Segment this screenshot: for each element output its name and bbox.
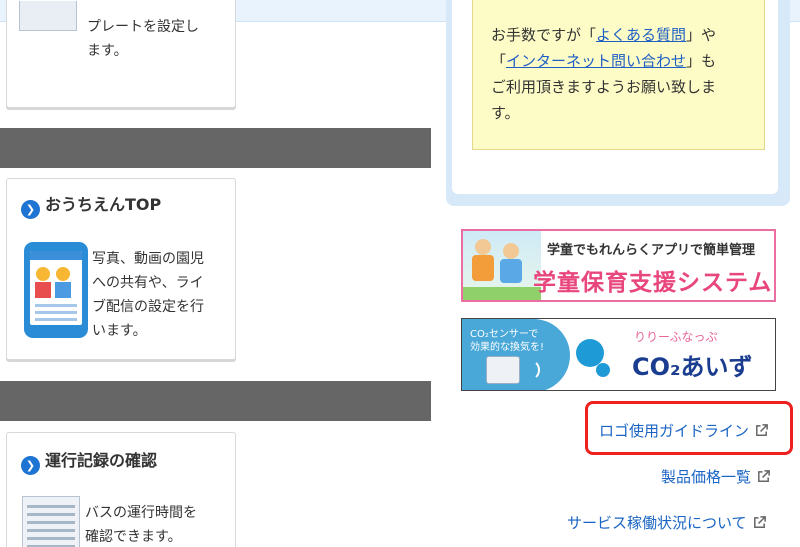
spreadsheet-icon xyxy=(22,496,80,547)
external-link-icon xyxy=(753,516,766,528)
section-divider xyxy=(0,128,431,168)
tablet-app-icon xyxy=(24,242,88,338)
card-title: ❯ おうちえんTOP xyxy=(21,191,161,219)
menu-card-ouchien-top[interactable]: ❯ おうちえんTOP 写真、動画の園児 への共有や、ライ ブ配信の設定を行 います… xyxy=(6,178,236,360)
external-link-icon xyxy=(756,424,768,436)
help-note: お手数ですが「よくある質問」や 「インターネット問い合わせ」も ご利用頂きますよ… xyxy=(472,0,765,150)
price-list-link[interactable]: 製品価格一覧 xyxy=(661,466,771,487)
section-divider xyxy=(0,381,431,421)
faq-link[interactable]: よくある質問 xyxy=(596,26,686,44)
co2-sensor-icon xyxy=(486,356,520,384)
card-description: バスの運行時間を 確認できます。 xyxy=(85,505,197,545)
gakudo-system-banner[interactable]: 学童でもれんらくアプリで簡単管理 学童保育支援システム xyxy=(461,229,776,302)
chevron-right-icon: ❯ xyxy=(21,456,40,475)
card-title: ❯ 運行記録の確認 xyxy=(21,447,157,475)
card-description: 写真、動画の園児 への共有や、ライ ブ配信の設定を行 います。 xyxy=(92,251,204,339)
internet-inquiry-link[interactable]: インターネット問い合わせ xyxy=(506,52,686,70)
plate-icon xyxy=(19,1,77,31)
service-status-link[interactable]: サービス稼働状況について xyxy=(567,512,767,533)
menu-card-operation-record[interactable]: ❯ 運行記録の確認 バスの運行時間を 確認できます。 xyxy=(6,432,236,547)
card-description: プレートを設定し ます。 xyxy=(87,19,199,59)
menu-card-plate-settings[interactable]: プレートを設定し ます。 xyxy=(6,0,236,108)
banner-headline: 学童でもれんらくアプリで簡単管理 xyxy=(547,243,756,258)
logo-guideline-link[interactable]: ロゴ使用ガイドライン xyxy=(599,420,769,441)
children-illustration xyxy=(463,231,541,300)
banner-product-name: 学童保育支援システム xyxy=(533,270,773,296)
co2-aizu-banner[interactable]: CO₂センサーで 効果的な換気を! りりーふなっぷ CO₂あいず xyxy=(461,318,776,391)
external-link-icon xyxy=(758,470,770,482)
chevron-right-icon: ❯ xyxy=(21,200,40,219)
